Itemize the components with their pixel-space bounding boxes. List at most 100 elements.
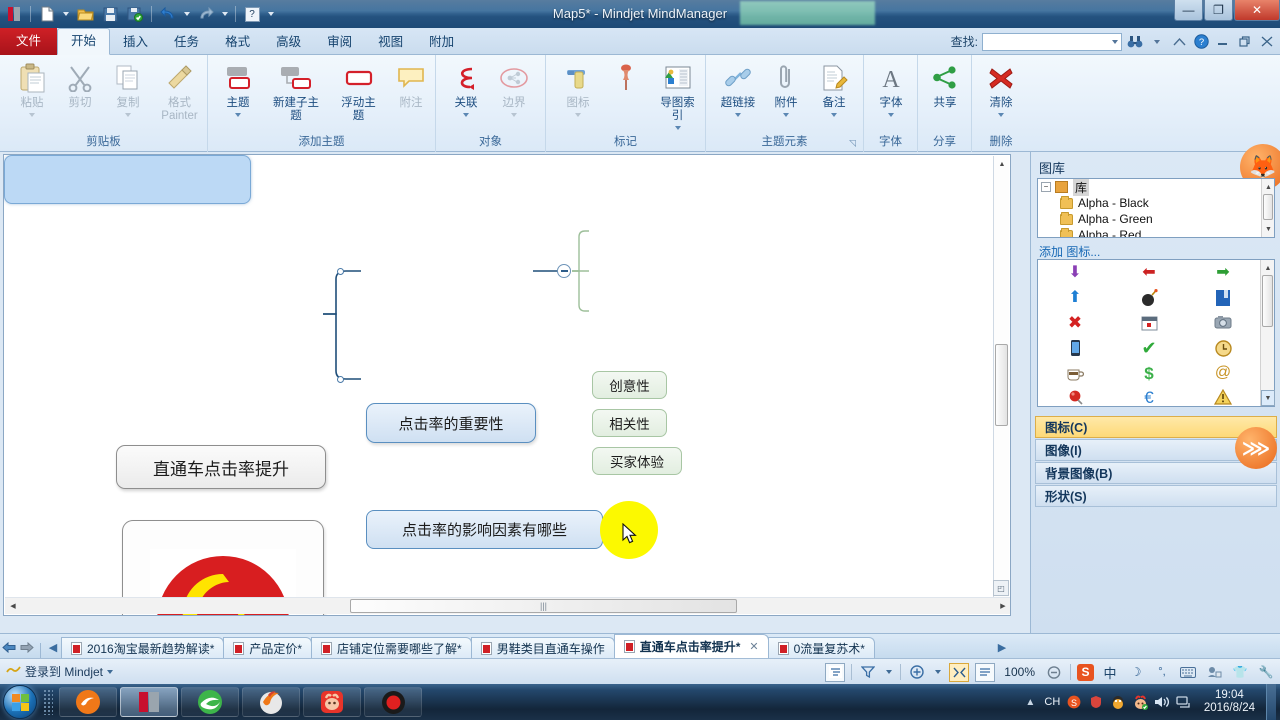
font-button[interactable]: A 字体 <box>867 58 915 130</box>
filter-dropdown-caret-icon[interactable] <box>884 663 894 682</box>
doc-restore-icon[interactable] <box>1236 33 1254 51</box>
book-icon[interactable] <box>1212 287 1234 309</box>
scroll-up-arrow-icon[interactable]: ▲ <box>994 156 1010 172</box>
add-zoom-icon[interactable] <box>907 663 927 682</box>
minimize-button[interactable]: — <box>1174 0 1203 21</box>
clear-button[interactable]: 清除 <box>977 58 1025 130</box>
ime-language-icon[interactable]: 中 <box>1100 663 1120 682</box>
canvas-vertical-scrollbar[interactable]: ▲ ▼ <box>993 156 1009 600</box>
topic-elements-dialog-launcher-icon[interactable]: ◹ <box>849 138 860 149</box>
collapse-toggle-branch-a[interactable] <box>557 264 571 278</box>
tree-root-row[interactable]: − 库 <box>1038 179 1274 196</box>
doc-close-icon[interactable] <box>1258 33 1276 51</box>
font-dropdown-caret-icon[interactable] <box>888 113 894 117</box>
arrow-down-purple-icon[interactable]: ⬇ <box>1064 262 1086 284</box>
recorder-taskbar-icon[interactable] <box>364 687 422 717</box>
save-icon[interactable] <box>99 3 121 25</box>
system-tray[interactable]: ▲ CH S 19:04 2016/8/24 <box>1022 684 1280 720</box>
sogou-ime-icon[interactable]: S <box>1077 663 1094 681</box>
save-with-check-icon[interactable] <box>124 3 146 25</box>
nav-forward-icon[interactable] <box>18 637 36 658</box>
tree-collapse-icon[interactable]: − <box>1041 182 1051 192</box>
zoom-out-icon[interactable] <box>1044 663 1064 682</box>
map-node-importance[interactable]: 点击率的重要性 <box>366 403 536 443</box>
arrow-left-red-icon[interactable]: ⬅ <box>1138 262 1160 284</box>
ribbon-tab-strip[interactable]: 文件 开始 插入 任务 格式 高级 审阅 视图 附加 查找: ? <box>0 28 1280 55</box>
horizontal-scroll-thumb[interactable]: ||| <box>350 599 737 613</box>
icon-gallery-grid[interactable]: ⬇ ⬅ ➡ ⬆ ✖ ✔ $ @ € <box>1038 260 1260 408</box>
ribbon-tabs[interactable]: 文件 开始 插入 任务 格式 高级 审阅 视图 附加 <box>0 28 467 55</box>
map-index-dropdown-caret-icon[interactable] <box>674 126 681 130</box>
new-document-icon[interactable] <box>36 3 58 25</box>
tray-volume-icon[interactable] <box>1154 694 1171 711</box>
hyperlink-button[interactable]: 超链接 <box>714 58 762 130</box>
signin-control[interactable]: 登录到 Mindjet <box>0 663 114 680</box>
nav-back-icon[interactable] <box>0 637 18 658</box>
start-button[interactable] <box>3 685 37 719</box>
euro-sign-icon[interactable]: € <box>1138 386 1160 408</box>
camera-icon[interactable] <box>1212 312 1234 334</box>
tray-lang-icon[interactable]: CH <box>1044 694 1061 711</box>
topic-button[interactable]: 主题 <box>214 58 262 130</box>
marker-button[interactable]: 图标 <box>554 58 602 130</box>
canvas-horizontal-scrollbar[interactable]: ◀ ||| ▶ <box>5 597 1010 614</box>
doc-tab-3[interactable]: 男鞋类目直通车操作 <box>470 637 615 658</box>
doc-tab-close-icon[interactable]: ✕ <box>749 640 758 653</box>
relationship-dropdown-caret-icon[interactable] <box>463 113 469 117</box>
ime-keyboard-icon[interactable] <box>1178 663 1198 682</box>
redo-dropdown-caret-icon[interactable] <box>220 3 230 25</box>
filter-icon[interactable] <box>858 663 878 682</box>
doc-tab-5[interactable]: 0流量复苏术* <box>767 637 875 658</box>
undo-icon[interactable] <box>157 3 179 25</box>
library-tab-background-images[interactable]: 背景图像(B) <box>1035 462 1277 484</box>
paste-button[interactable]: 粘贴 <box>8 58 56 130</box>
tray-network-icon[interactable] <box>1176 694 1193 711</box>
scroll-left-arrow-icon[interactable]: ◀ <box>5 598 21 614</box>
new-document-dropdown-caret-icon[interactable] <box>61 3 71 25</box>
search-dropdown-caret-icon[interactable] <box>1148 33 1166 51</box>
vertical-scroll-thumb[interactable] <box>995 344 1008 426</box>
find-input[interactable] <box>982 32 1122 51</box>
ime-punctuation-icon[interactable]: °, <box>1152 663 1172 682</box>
ime-user-icon[interactable] <box>1204 663 1224 682</box>
tab-home[interactable]: 开始 <box>57 28 111 55</box>
tab-addins[interactable]: 附加 <box>416 30 467 55</box>
tray-qq-icon[interactable] <box>1110 694 1127 711</box>
pushpin-button[interactable] <box>602 58 650 130</box>
ime-skin-icon[interactable]: 👕 <box>1230 663 1250 682</box>
ime-tools-icon[interactable]: 🔧 <box>1256 663 1276 682</box>
document-tab-bar[interactable]: ◀ 2016淘宝最新趋势解读* 产品定价* 店铺定位需要哪些了解* 男鞋类目直通… <box>0 633 1280 658</box>
fit-map-icon[interactable] <box>949 662 970 682</box>
mobile-phone-icon[interactable] <box>1064 337 1086 359</box>
cut-button[interactable]: 剪切 <box>56 58 104 130</box>
map-node-factors[interactable]: 点击率的影响因素有哪些 <box>366 510 603 549</box>
window-controls[interactable]: — ❐ ✕ <box>1173 0 1280 22</box>
red-x-icon[interactable]: ✖ <box>1064 312 1086 334</box>
notes-dropdown-caret-icon[interactable] <box>831 113 837 117</box>
icon-gallery[interactable]: ⬇ ⬅ ➡ ⬆ ✖ ✔ $ @ € ▲ ▼ <box>1037 259 1275 407</box>
status-bar-right[interactable]: 100% S 中 ☽ °, 👕 🔧 <box>825 659 1276 685</box>
dollar-sign-icon[interactable]: $ <box>1138 362 1160 384</box>
redo-icon[interactable] <box>195 3 217 25</box>
tab-task[interactable]: 任务 <box>161 30 212 55</box>
clock-icon[interactable] <box>1212 337 1234 359</box>
green-check-icon[interactable]: ✔ <box>1138 337 1160 359</box>
tab-advanced[interactable]: 高级 <box>263 30 314 55</box>
app-logo-icon[interactable] <box>3 3 25 25</box>
coffee-cup-icon[interactable] <box>1064 362 1086 384</box>
signin-dropdown-caret-icon[interactable] <box>107 669 114 674</box>
gallery-scroll-down-icon[interactable]: ▼ <box>1261 390 1275 406</box>
tree-scroll-up-icon[interactable]: ▲ <box>1262 179 1274 195</box>
canvas-fit-corner-button[interactable]: ◰ <box>993 580 1009 596</box>
map-leaf-buyer-experience[interactable]: 买家体验 <box>592 447 682 475</box>
topic-dropdown-caret-icon[interactable] <box>235 113 241 117</box>
pushpin-red-icon[interactable] <box>1064 386 1086 408</box>
help-icon[interactable]: ? <box>1192 33 1210 51</box>
paste-dropdown-caret-icon[interactable] <box>29 113 35 117</box>
marker-dropdown-caret-icon[interactable] <box>575 113 581 117</box>
firefox2-taskbar-icon[interactable] <box>242 687 300 717</box>
details-view-icon[interactable] <box>975 662 996 682</box>
map-index-button[interactable]: 导图索引 <box>650 58 705 130</box>
tree-folder-row[interactable]: Alpha - Green <box>1038 211 1274 227</box>
tray-expand-icon[interactable]: ▲ <box>1022 694 1039 711</box>
